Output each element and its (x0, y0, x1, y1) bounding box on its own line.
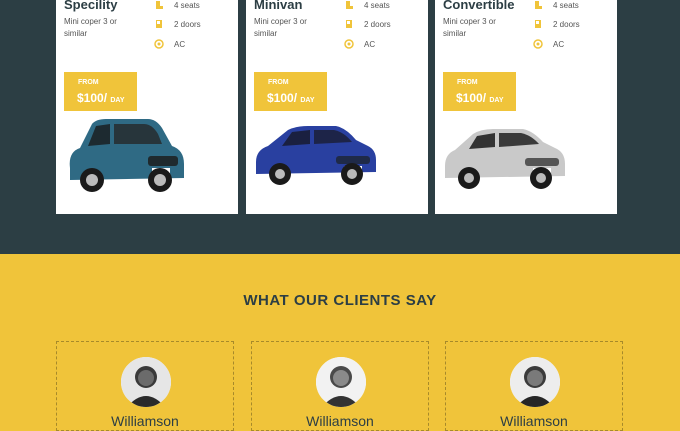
snowflake-icon (344, 39, 354, 49)
price-value: $100/ DAY (77, 91, 125, 105)
car-image (445, 129, 565, 189)
price-badge: FROM $100/ DAY (64, 72, 137, 111)
ac-feature: AC (154, 39, 185, 49)
ac-label: AC (174, 39, 186, 49)
car-description: Mini coper 3 or similar (64, 17, 117, 38)
car-image (69, 119, 184, 192)
snowflake-icon (533, 39, 543, 49)
ac-label: AC (553, 39, 565, 49)
car-title: Convertible (443, 0, 515, 12)
car-image (256, 126, 376, 185)
doors-feature: 2 doors (533, 19, 580, 29)
seats-label: 4 seats (174, 0, 200, 10)
price-value: $100/ DAY (267, 91, 315, 105)
doors-label: 2 doors (174, 19, 201, 29)
car-card[interactable]: Convertible Mini coper 3 or similar 4 se… (435, 0, 617, 214)
ac-feature: AC (344, 39, 375, 49)
price-badge: FROM $100/ DAY (254, 72, 327, 111)
car-description: Mini coper 3 or similar (443, 17, 496, 38)
door-icon (346, 20, 352, 28)
car-title: Minivan (254, 0, 303, 12)
seat-icon (346, 1, 353, 9)
doors-feature: 2 doors (344, 19, 391, 29)
seat-icon (535, 1, 542, 9)
price-badge: FROM $100/ DAY (443, 72, 516, 111)
testimonial-card: Williamson (56, 341, 234, 431)
car-card[interactable]: Specility Mini coper 3 or similar 4 seat… (56, 0, 238, 214)
snowflake-icon (154, 39, 164, 49)
car-description: Mini coper 3 or similar (254, 17, 307, 38)
doors-feature: 2 doors (154, 19, 201, 29)
seats-label: 4 seats (553, 0, 579, 10)
car-listing-section: Specility Mini coper 3 or similar 4 seat… (0, 0, 680, 254)
avatar (316, 357, 366, 407)
seats-feature: 4 seats (344, 0, 390, 10)
seat-icon (156, 1, 163, 9)
door-icon (156, 20, 162, 28)
seats-feature: 4 seats (533, 0, 579, 10)
doors-label: 2 doors (553, 19, 580, 29)
price-value: $100/ DAY (456, 91, 504, 105)
client-name: Williamson (111, 413, 179, 429)
testimonials-heading: WHAT OUR CLIENTS SAY (243, 292, 437, 309)
avatar (121, 357, 171, 407)
price-from-label: FROM (457, 79, 478, 86)
doors-label: 2 doors (364, 19, 391, 29)
ac-label: AC (364, 39, 376, 49)
door-icon (535, 20, 541, 28)
car-title: Specility (64, 0, 118, 12)
price-from-label: FROM (268, 79, 289, 86)
price-from-label: FROM (78, 79, 99, 86)
client-name: Williamson (306, 413, 374, 429)
testimonial-card: Williamson (251, 341, 429, 431)
testimonial-card: Williamson (445, 341, 623, 431)
avatar (510, 357, 560, 407)
client-name: Williamson (500, 413, 568, 429)
ac-feature: AC (533, 39, 564, 49)
car-card[interactable]: Minivan Mini coper 3 or similar 4 seats … (246, 0, 428, 214)
seats-feature: 4 seats (154, 0, 200, 10)
seats-label: 4 seats (364, 0, 390, 10)
